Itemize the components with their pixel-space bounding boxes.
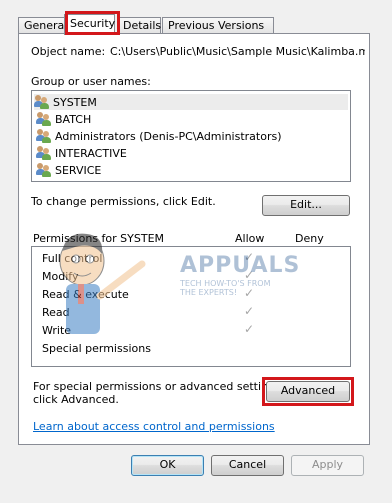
list-item-label: SERVICE	[55, 163, 102, 177]
tab-previous-versions-label: Previous Versions	[168, 19, 265, 32]
watermark-tagline-2: THE EXPERTS!	[180, 288, 238, 297]
list-item[interactable]: BATCH	[36, 111, 91, 127]
edit-button[interactable]: Edit...	[262, 195, 350, 216]
group-user-listbox[interactable]: SYSTEM BATCH Administrators (Denis-PC\Ad…	[31, 90, 351, 182]
tab-general[interactable]: General	[18, 17, 68, 34]
user-group-icon	[36, 111, 52, 127]
security-tab-highlight	[65, 11, 120, 35]
user-group-icon	[36, 145, 52, 161]
watermark: APPUALS TECH HOW-TO'S FROM THE EXPERTS!	[180, 253, 300, 313]
cancel-button[interactable]: Cancel	[211, 455, 284, 476]
list-item[interactable]: INTERACTIVE	[36, 145, 127, 161]
tab-details-label: Details	[123, 19, 162, 32]
watermark-brand: APPUALS	[180, 253, 301, 278]
allow-check-icon: ✓	[244, 322, 255, 336]
user-group-icon	[36, 128, 52, 144]
advanced-text-line2: click Advanced.	[33, 393, 119, 406]
list-item-label: BATCH	[55, 112, 92, 126]
tab-general-label: General	[24, 19, 68, 32]
ok-button[interactable]: OK	[131, 455, 204, 476]
object-name-value: C:\Users\Public\Music\Sample Music\Kalim…	[110, 45, 365, 58]
advanced-button-highlight	[262, 377, 354, 406]
apply-button[interactable]: Apply	[291, 455, 364, 476]
user-group-icon	[36, 162, 52, 178]
list-item-label: Administrators (Denis-PC\Administrators)	[55, 129, 282, 143]
list-item[interactable]: SERVICE	[36, 162, 101, 178]
mascot-watermark-icon	[59, 233, 146, 334]
list-item-label: INTERACTIVE	[55, 146, 127, 160]
allow-column-header: Allow	[235, 232, 265, 245]
list-item[interactable]: Administrators (Denis-PC\Administrators)	[36, 128, 282, 144]
list-item[interactable]: SYSTEM	[34, 94, 348, 110]
deny-column-header: Deny	[295, 232, 324, 245]
learn-access-control-link[interactable]: Learn about access control and permissio…	[33, 420, 275, 433]
change-permissions-text: To change permissions, click Edit.	[31, 195, 216, 208]
advanced-text-line1: For special permissions or advanced sett…	[33, 380, 285, 393]
tab-details[interactable]: Details	[117, 17, 161, 34]
tab-previous-versions[interactable]: Previous Versions	[162, 17, 274, 34]
user-group-icon	[34, 94, 50, 110]
object-name-label: Object name:	[31, 45, 106, 58]
group-names-label: Group or user names:	[31, 75, 151, 88]
list-item-label: SYSTEM	[53, 95, 97, 109]
watermark-tagline-1: TECH HOW-TO'S FROM	[180, 279, 271, 288]
